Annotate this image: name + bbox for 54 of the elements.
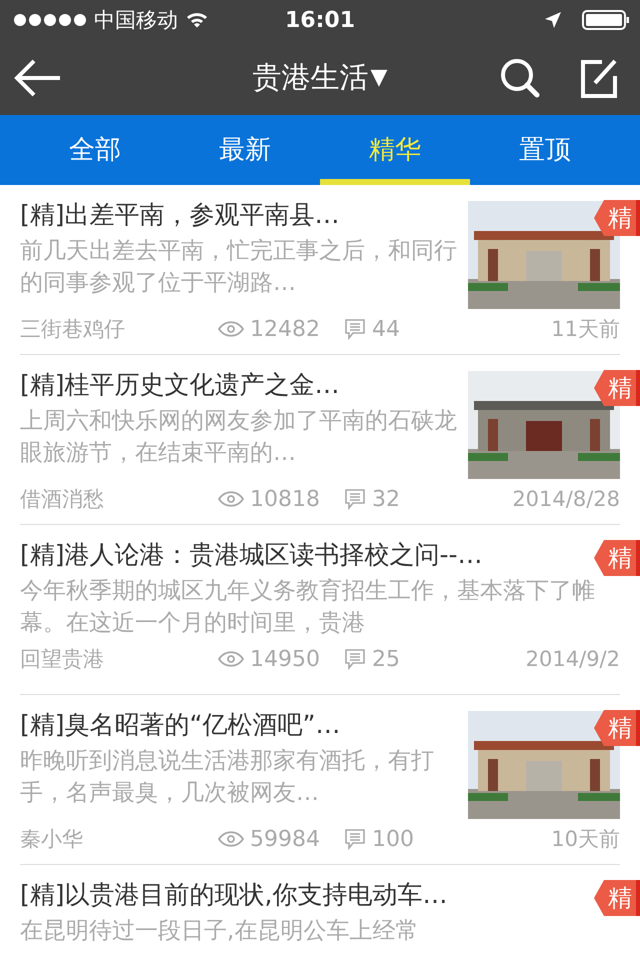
author-name: 回望贵港: [20, 646, 105, 673]
comment-icon: [344, 828, 366, 850]
comment-count: 32: [372, 486, 400, 512]
post-title: [精]出差平南，参观平南县…: [20, 199, 341, 231]
wifi-icon: [186, 12, 208, 28]
tab[interactable]: 置顶: [470, 115, 620, 185]
eye-icon: [218, 651, 244, 667]
tab[interactable]: 精华: [320, 115, 470, 185]
comment-count: 44: [372, 316, 400, 342]
battery-icon: [582, 10, 630, 30]
view-count: 59984: [250, 826, 320, 852]
featured-badge: 精: [594, 200, 640, 236]
author-name: 借酒消愁: [20, 486, 105, 513]
post-summary: 上周六和快乐网的网友参加了平南的石硖龙眼旅游节，在结束平南的…: [20, 407, 458, 468]
signal-icon: [14, 14, 86, 26]
tab[interactable]: 全部: [20, 115, 170, 185]
featured-badge: 精: [594, 370, 640, 406]
post-time: 2014/9/2: [526, 647, 620, 671]
view-count: 14950: [250, 646, 320, 672]
view-count: 10818: [250, 486, 320, 512]
status-time: 16:01: [284, 8, 356, 32]
post-title: [精]以贵港目前的现状,你支持电动车…: [20, 879, 448, 911]
comment-icon: [344, 488, 366, 510]
search-icon[interactable]: [500, 58, 540, 98]
author-name: 秦小华: [20, 826, 84, 853]
eye-icon: [218, 321, 244, 337]
post-summary: 昨晚听到消息说生活港那家有酒托，有打手，名声最臭，几次被网友…: [20, 747, 435, 808]
post-summary: 今年秋季期的城区九年义务教育招生工作，基本落下了帷幕。在这近一个月的时间里，贵港: [20, 577, 596, 638]
post-summary: 前几天出差去平南，忙完正事之后，和同行的同事参观了位于平湖路…: [20, 237, 458, 298]
carrier-name: 中国移动: [94, 7, 178, 34]
compose-icon[interactable]: [580, 58, 618, 98]
post-time: 2014/8/28: [512, 487, 620, 511]
tab[interactable]: 最新: [170, 115, 320, 185]
back-arrow-icon[interactable]: [14, 58, 62, 96]
featured-badge: 精: [594, 540, 640, 576]
view-count: 12482: [250, 316, 320, 342]
featured-badge: 精: [594, 880, 640, 916]
forum-title[interactable]: 贵港生活: [252, 58, 369, 98]
post-title: [精]港人论港：贵港城区读书择校之问--…: [20, 539, 484, 571]
post-time: 11天前: [551, 316, 620, 343]
location-arrow-icon: [544, 11, 562, 29]
post-title: [精]桂平历史文化遗产之金…: [20, 369, 341, 401]
eye-icon: [218, 831, 244, 847]
post-summary: 在昆明待过一段日子,在昆明公车上经常: [20, 917, 420, 946]
author-name: 三街巷鸡仔: [20, 316, 126, 343]
comment-count: 25: [372, 646, 400, 672]
post-title: [精]臭名昭著的“亿松酒吧”…: [20, 709, 342, 741]
eye-icon: [218, 491, 244, 507]
post-time: 10天前: [551, 826, 620, 853]
featured-badge: 精: [594, 710, 640, 746]
caret-icon[interactable]: ▼: [370, 65, 388, 90]
comment-count: 100: [372, 826, 414, 852]
comment-icon: [344, 648, 366, 670]
comment-icon: [344, 318, 366, 340]
